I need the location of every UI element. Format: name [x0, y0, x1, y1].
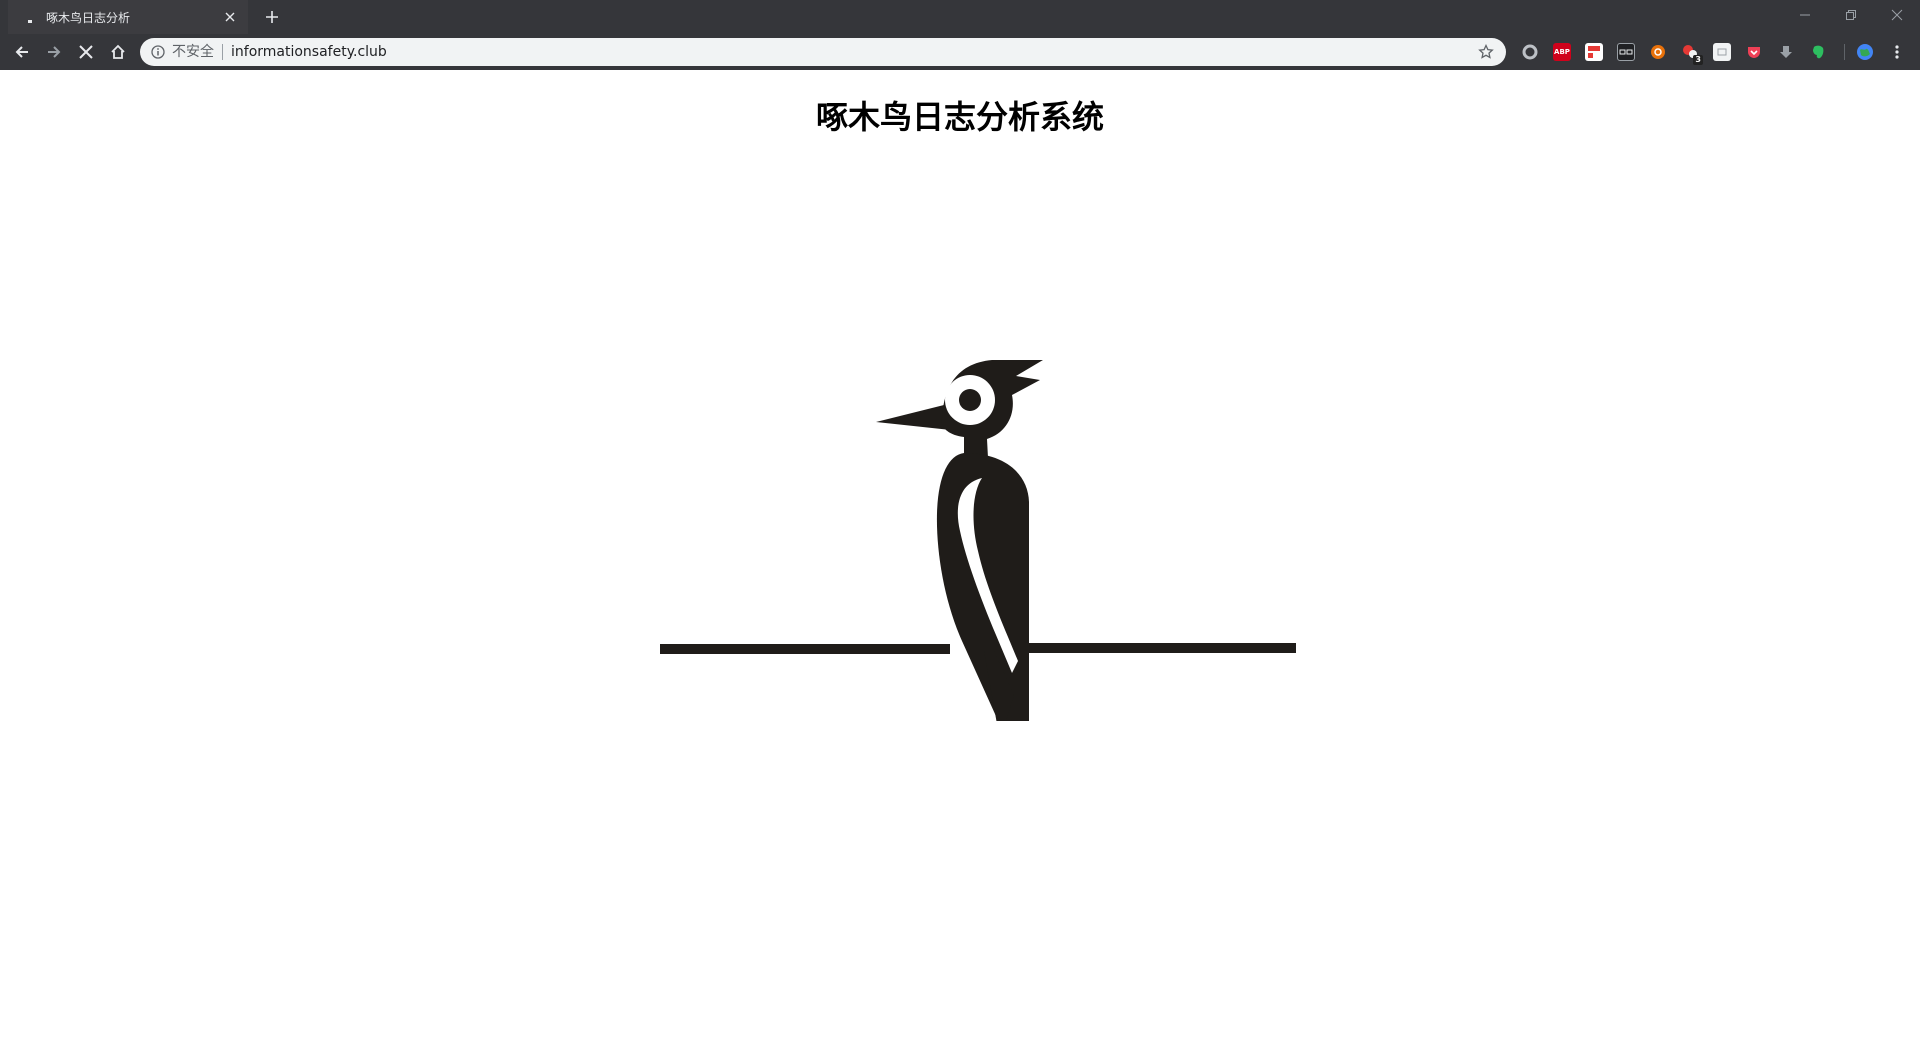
security-status-label[interactable]: 不安全 [172, 44, 223, 60]
home-button[interactable] [104, 38, 132, 66]
circle-extension-icon[interactable] [1521, 43, 1539, 61]
browser-toolbar: 不安全 informationsafety.club ABP 3 [0, 34, 1920, 70]
close-icon [79, 45, 93, 59]
page-title: 啄木鸟日志分析系统 [815, 98, 1104, 136]
close-icon [1891, 9, 1903, 21]
tab-favicon-icon [24, 11, 36, 23]
red-extension-icon[interactable] [1585, 43, 1603, 61]
toolbar-separator [1844, 44, 1845, 60]
orange-extension-icon[interactable] [1649, 43, 1667, 61]
info-icon[interactable] [150, 44, 166, 60]
arrow-right-icon [48, 46, 61, 58]
badge-extension-icon[interactable]: 3 [1681, 43, 1703, 65]
logo-perch-left [660, 644, 950, 654]
home-icon [111, 44, 125, 59]
tab-strip: 啄木鸟日志分析 [0, 0, 1920, 34]
adblock-plus-icon[interactable]: ABP [1553, 43, 1571, 61]
restore-icon [1846, 10, 1856, 20]
logo-eye-pupil [959, 389, 981, 411]
arrow-left-icon [15, 46, 28, 58]
forward-button[interactable] [40, 38, 68, 66]
evernote-icon[interactable] [1809, 43, 1827, 61]
logo-perch-right [1020, 643, 1296, 653]
back-button[interactable] [8, 38, 36, 66]
plus-icon [266, 11, 278, 23]
minimize-button[interactable] [1782, 0, 1828, 30]
tab-title: 啄木鸟日志分析 [46, 10, 131, 25]
glasses-extension-icon[interactable] [1617, 43, 1635, 61]
profile-avatar-icon[interactable] [1856, 43, 1874, 61]
url-text[interactable]: informationsafety.club [223, 44, 1476, 60]
stop-button[interactable] [72, 38, 100, 66]
pocket-icon[interactable] [1745, 43, 1763, 61]
white-extension-icon[interactable] [1713, 43, 1731, 61]
menu-kebab-icon[interactable] [1888, 43, 1906, 61]
woodpecker-logo-icon [660, 360, 1296, 721]
extension-badge-count: 3 [1693, 55, 1703, 65]
minimize-icon [1800, 14, 1810, 16]
page-content: 啄木鸟日志分析系统 [0, 70, 1920, 1040]
new-tab-button[interactable] [260, 5, 284, 29]
download-extension-icon[interactable] [1777, 43, 1795, 61]
restore-button[interactable] [1828, 0, 1874, 30]
window-close-button[interactable] [1874, 0, 1920, 30]
address-bar[interactable]: 不安全 informationsafety.club [140, 38, 1506, 66]
tab-close-icon[interactable] [222, 9, 238, 25]
browser-tab[interactable]: 啄木鸟日志分析 [8, 0, 248, 34]
bookmark-star-icon[interactable] [1476, 42, 1496, 62]
